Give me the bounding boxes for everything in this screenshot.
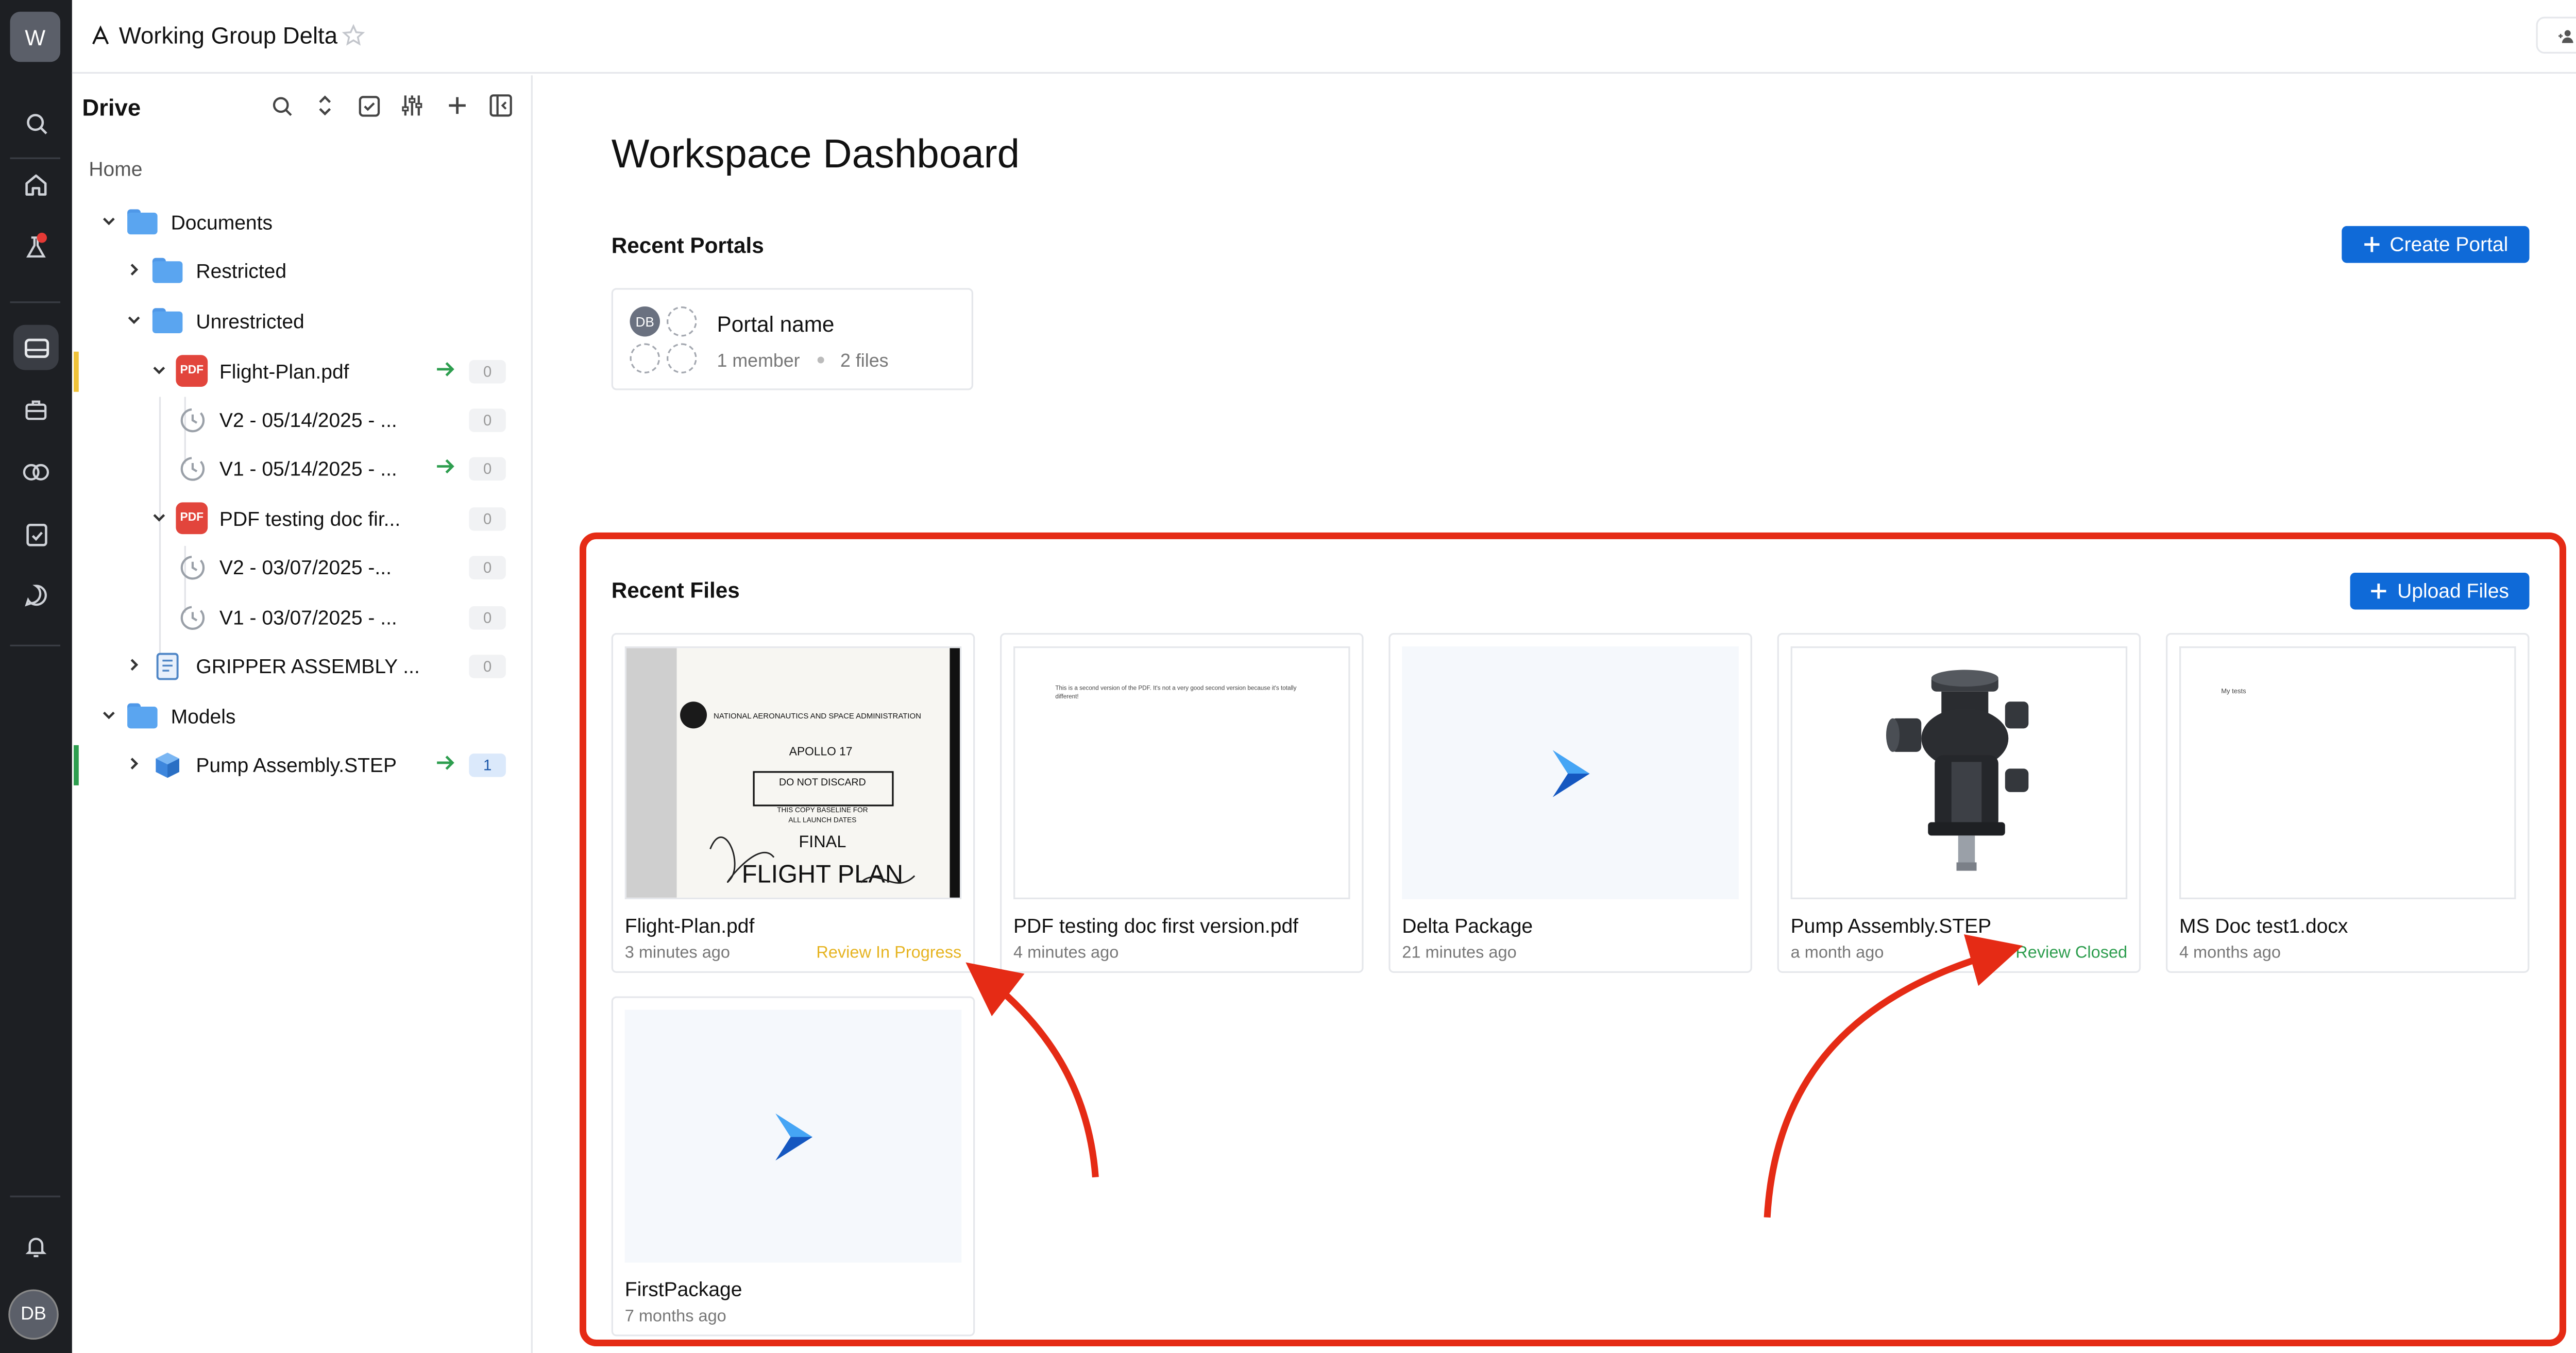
annotation-arrows	[965, 934, 2023, 1218]
app-root: W DB Working Group Delta Drive Home Docu…	[0, 0, 2576, 1353]
annotation-arrow-left	[965, 962, 1099, 1178]
annotation-arrow-right	[1764, 934, 2023, 1218]
